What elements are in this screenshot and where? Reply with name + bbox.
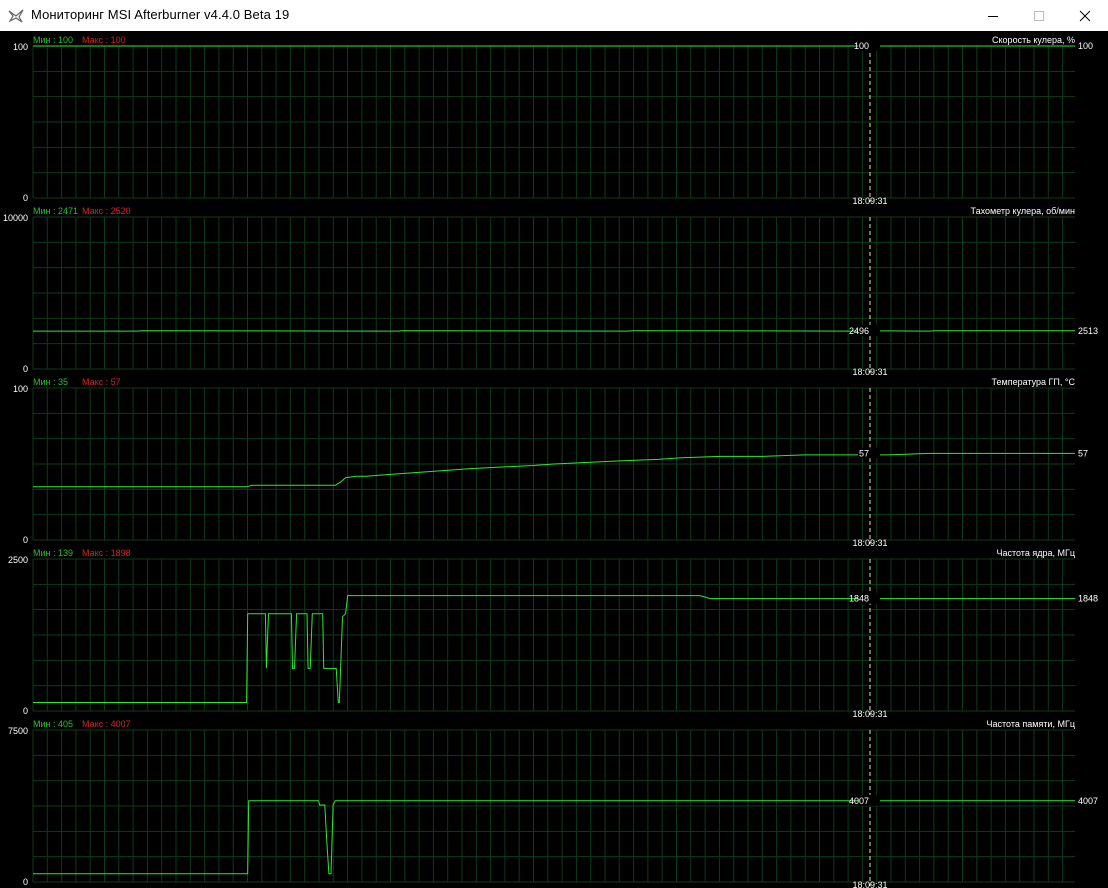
y-min-label: 0 xyxy=(23,193,28,203)
time-label: 18:09:31 xyxy=(852,538,887,548)
current-value: 2513 xyxy=(1078,326,1098,336)
cursor-value: 1848 xyxy=(849,594,869,604)
y-max-label: 7500 xyxy=(8,726,28,736)
min-label: Мин : 100 xyxy=(33,35,73,45)
graph-title: Частота памяти, МГц xyxy=(987,719,1075,729)
cursor-value: 2496 xyxy=(849,326,869,336)
max-label: Макс : 2520 xyxy=(82,206,131,216)
max-label: Макс : 100 xyxy=(82,35,126,45)
time-label: 18:09:31 xyxy=(852,709,887,719)
min-label: Мин : 405 xyxy=(33,719,73,729)
time-label: 18:09:31 xyxy=(852,196,887,206)
y-min-label: 0 xyxy=(23,364,28,374)
graph-title: Тахометр кулера, об/мин xyxy=(971,206,1076,216)
max-label: Макс : 1898 xyxy=(82,548,131,558)
graph-title: Скорость кулера, % xyxy=(992,35,1075,45)
maximize-button[interactable] xyxy=(1016,0,1062,31)
y-min-label: 0 xyxy=(23,706,28,716)
close-icon xyxy=(1079,10,1091,22)
cursor-value: 57 xyxy=(859,448,869,458)
window-titlebar[interactable]: Мониторинг MSI Afterburner v4.4.0 Beta 1… xyxy=(0,0,1108,31)
series-line xyxy=(33,452,1075,488)
min-label: Мин : 139 xyxy=(33,548,73,558)
afterburner-logo-icon xyxy=(8,8,24,24)
y-min-label: 0 xyxy=(23,535,28,545)
window-title: Мониторинг MSI Afterburner v4.4.0 Beta 1… xyxy=(31,7,290,22)
time-label: 18:09:31 xyxy=(852,367,887,377)
time-label: 18:09:31 xyxy=(852,880,887,888)
current-value: 4007 xyxy=(1078,796,1098,806)
y-min-label: 0 xyxy=(23,877,28,887)
cursor-value: 100 xyxy=(854,41,869,51)
y-max-label: 2500 xyxy=(8,555,28,565)
max-label: Макс : 4007 xyxy=(82,719,131,729)
maximize-icon xyxy=(1034,11,1044,21)
close-button[interactable] xyxy=(1062,0,1108,31)
current-value: 1848 xyxy=(1078,594,1098,604)
graph-title: Частота ядра, МГц xyxy=(996,548,1075,558)
series-line xyxy=(33,595,1075,703)
min-label: Мин : 2471 xyxy=(33,206,78,216)
max-label: Макс : 57 xyxy=(82,377,121,387)
y-max-label: 10000 xyxy=(3,213,28,223)
minimize-icon xyxy=(988,16,998,17)
y-max-label: 100 xyxy=(13,42,28,52)
graph-title: Температура ГП, °C xyxy=(992,377,1076,387)
monitoring-graphs[interactable]: Мин : 100 Макс : 100 Скорость кулера, %100… xyxy=(0,31,1108,888)
series-line xyxy=(33,800,1075,875)
min-label: Мин : 35 xyxy=(33,377,68,387)
current-value: 100 xyxy=(1078,41,1093,51)
minimize-button[interactable] xyxy=(970,0,1016,31)
cursor-value: 4007 xyxy=(849,796,869,806)
y-max-label: 100 xyxy=(13,384,28,394)
current-value: 57 xyxy=(1078,448,1088,458)
